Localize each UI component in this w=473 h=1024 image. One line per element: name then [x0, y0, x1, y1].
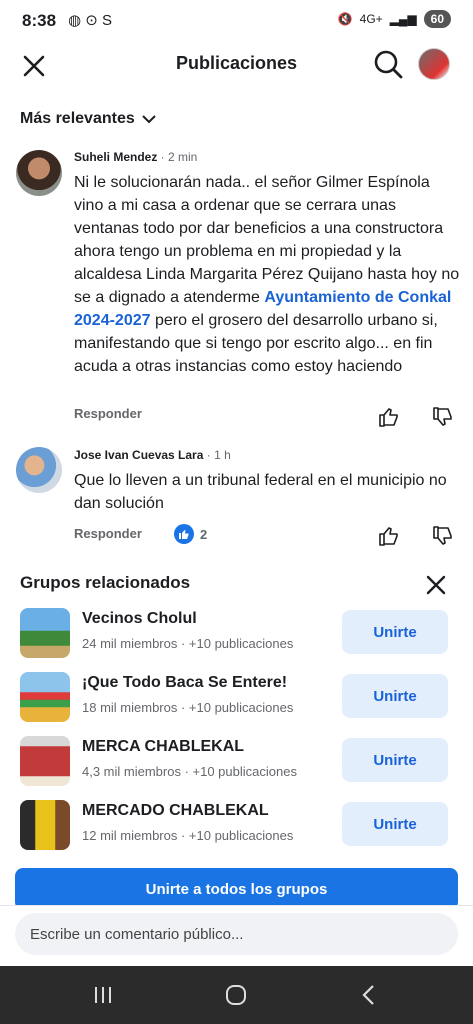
comment-time: · 2 min — [157, 150, 198, 164]
close-groups-button[interactable] — [424, 573, 448, 597]
group-meta: 4,3 mil miembros · +10 publicaciones — [82, 764, 297, 779]
group-meta: 18 mil miembros · +10 publicaciones — [82, 700, 294, 715]
back-icon — [362, 985, 374, 1005]
group-thumbnail — [20, 672, 70, 722]
status-bar: 8:38 ◍ ⊙ S 🔇 4G+ ▂▄▆ 60 — [0, 0, 473, 42]
reaction-summary[interactable]: 2 — [174, 524, 207, 544]
comment-text: Ni le solucionarán nada.. el señor Gilme… — [74, 174, 460, 375]
sort-label: Más relevantes — [20, 110, 135, 127]
join-button[interactable]: Unirte — [342, 802, 448, 846]
group-row[interactable]: Vecinos Cholul 24 mil miembros · +10 pub… — [20, 608, 450, 660]
group-thumbnail — [20, 608, 70, 658]
recents-icon — [95, 987, 111, 1003]
network-label: 4G+ — [359, 12, 383, 26]
like-reaction-icon — [174, 524, 194, 544]
system-nav-bar — [0, 966, 473, 1024]
comment-author[interactable]: Suheli Mendez · 2 min — [74, 150, 197, 164]
like-button[interactable] — [377, 524, 401, 548]
comment-input[interactable]: Escribe un comentario público... — [15, 913, 458, 955]
reaction-count: 2 — [200, 526, 208, 542]
comment-author[interactable]: Jose Ivan Cuevas Lara · 1 h — [74, 448, 231, 462]
reply-button[interactable]: Responder — [74, 406, 142, 421]
reply-button[interactable]: Responder — [74, 526, 142, 541]
group-row[interactable]: MERCA CHABLEKAL 4,3 mil miembros · +10 p… — [20, 736, 450, 788]
group-name[interactable]: MERCA CHABLEKAL — [82, 738, 244, 756]
search-icon — [374, 50, 403, 79]
recents-button[interactable] — [92, 984, 114, 1011]
group-thumbnail — [20, 736, 70, 786]
group-meta: 24 mil miembros · +10 publicaciones — [82, 636, 294, 651]
close-button[interactable] — [18, 50, 50, 82]
signal-icon: ▂▄▆ — [389, 12, 417, 26]
group-name[interactable]: ¡Que Todo Baca Se Entere! — [82, 674, 287, 692]
join-all-groups-button[interactable]: Unirte a todos los grupos — [15, 868, 458, 910]
join-button[interactable]: Unirte — [342, 610, 448, 654]
group-row[interactable]: MERCADO CHABLEKAL 12 mil miembros · +10 … — [20, 800, 450, 852]
group-name[interactable]: Vecinos Cholul — [82, 610, 197, 628]
thumbs-up-icon — [379, 527, 398, 546]
profile-avatar[interactable] — [418, 48, 450, 80]
comment-text: Que lo lleven a un tribunal federal en e… — [74, 472, 447, 512]
comment-time: · 1 h — [203, 448, 231, 462]
home-icon — [226, 985, 246, 1005]
thumbs-up-icon — [379, 408, 398, 427]
join-button[interactable]: Unirte — [342, 738, 448, 782]
close-icon — [426, 575, 446, 595]
group-meta: 12 mil miembros · +10 publicaciones — [82, 828, 294, 843]
status-time: 8:38 — [22, 11, 57, 30]
dislike-button[interactable] — [431, 524, 455, 548]
search-button[interactable] — [372, 48, 404, 80]
sort-dropdown[interactable]: Más relevantes — [20, 110, 157, 128]
join-button[interactable]: Unirte — [342, 674, 448, 718]
group-thumbnail — [20, 800, 70, 850]
close-icon — [23, 55, 45, 77]
related-groups-title: Grupos relacionados — [20, 573, 191, 592]
battery-badge: 60 — [423, 10, 451, 28]
group-row[interactable]: ¡Que Todo Baca Se Entere! 18 mil miembro… — [20, 672, 450, 724]
dislike-button[interactable] — [431, 405, 455, 429]
thumbs-down-icon — [433, 526, 452, 545]
avatar[interactable] — [16, 447, 62, 493]
home-button[interactable] — [224, 983, 248, 1012]
like-button[interactable] — [377, 405, 401, 429]
chevron-down-icon — [142, 115, 156, 124]
thumbs-down-icon — [433, 407, 452, 426]
avatar[interactable] — [16, 150, 62, 196]
status-app-icons: ◍ ⊙ S — [68, 12, 112, 29]
group-name[interactable]: MERCADO CHABLEKAL — [82, 802, 269, 820]
mute-icon: 🔇 — [337, 12, 353, 26]
status-right: 🔇 4G+ ▂▄▆ 60 — [338, 10, 451, 28]
back-button[interactable] — [358, 983, 380, 1012]
